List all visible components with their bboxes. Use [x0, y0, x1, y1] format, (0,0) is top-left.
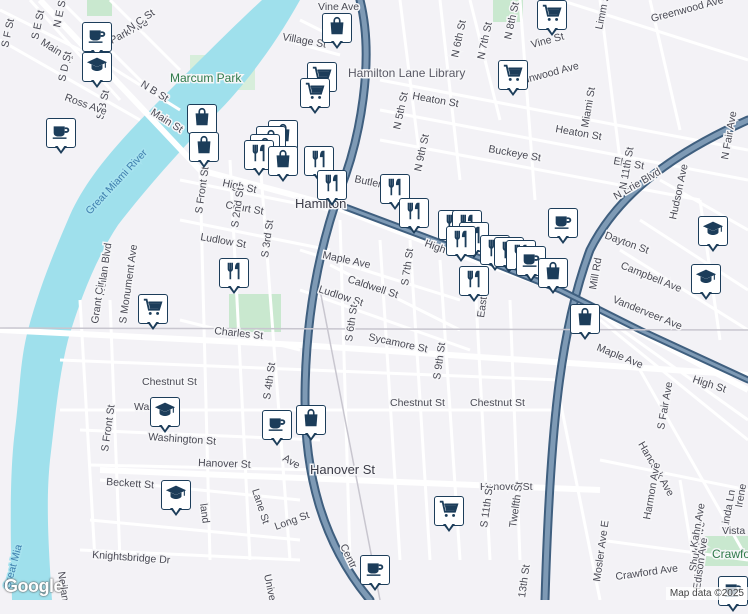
map-pin-shopping-bag[interactable] [538, 258, 568, 296]
coffee-icon [86, 24, 108, 51]
pin-box [360, 555, 390, 585]
map-pin-school[interactable] [691, 264, 721, 302]
shopping-cart-icon [304, 80, 326, 107]
shopping-cart-icon [142, 296, 164, 323]
shopping-bag-icon [300, 407, 322, 434]
map-pin-coffee[interactable] [262, 410, 292, 448]
pin-box [498, 60, 528, 90]
pin-box [446, 226, 476, 256]
map-pin-coffee[interactable] [46, 118, 76, 156]
map-pin-coffee[interactable] [548, 208, 578, 246]
svg-text:Vine Ave: Vine Ave [318, 1, 359, 13]
google-logo[interactable]: Google [4, 576, 63, 597]
map-pin-shopping-cart[interactable] [537, 0, 567, 38]
library-label: Hamilton Lane Library [348, 66, 465, 80]
pin-box [268, 146, 298, 176]
pin-box [691, 264, 721, 294]
map-pin-school[interactable] [150, 397, 180, 435]
shopping-cart-icon [438, 498, 460, 525]
park-label: Marcum Park [170, 71, 242, 85]
pin-box [538, 258, 568, 288]
pin-box [138, 294, 168, 324]
svg-text:Vista: Vista [722, 525, 745, 537]
pin-box [459, 266, 489, 296]
pin-box [189, 132, 219, 162]
map-canvas[interactable]: Hamilton Marcum Park Hamilton Lane Libra… [0, 0, 748, 600]
map-pin-restaurant[interactable] [219, 258, 249, 296]
map-pin-shopping-cart[interactable] [434, 496, 464, 534]
map-pin-restaurant[interactable] [317, 170, 347, 208]
shopping-bag-icon [272, 148, 294, 175]
school-icon [154, 399, 176, 426]
pin-box [219, 258, 249, 288]
svg-text:Crawfo: Crawfo [712, 547, 748, 561]
map-pin-restaurant[interactable] [446, 226, 476, 264]
map-pin-shopping-cart[interactable] [138, 294, 168, 332]
shopping-cart-icon [502, 62, 524, 89]
pin-box [262, 410, 292, 440]
restaurant-icon [403, 200, 425, 227]
svg-text:Chestnut St: Chestnut St [142, 376, 197, 388]
school-icon [165, 482, 187, 509]
coffee-icon [552, 210, 574, 237]
pin-box [150, 397, 180, 427]
coffee-icon [266, 412, 288, 439]
pin-box [296, 405, 326, 435]
map-pin-shopping-bag[interactable] [322, 13, 352, 51]
pin-box [570, 304, 600, 334]
school-icon [86, 54, 108, 81]
map-pin-shopping-cart[interactable] [300, 78, 330, 116]
shopping-bag-icon [574, 306, 596, 333]
restaurant-icon [321, 172, 343, 199]
pin-box [399, 198, 429, 228]
svg-text:Hanover St: Hanover St [310, 462, 375, 477]
shopping-bag-icon [542, 260, 564, 287]
map-pin-shopping-cart[interactable] [498, 60, 528, 98]
pin-box [698, 216, 728, 246]
restaurant-icon [463, 268, 485, 295]
svg-text:Chestnut St: Chestnut St [390, 397, 445, 409]
map-pin-shopping-bag[interactable] [268, 146, 298, 184]
map-pin-shopping-bag[interactable] [296, 405, 326, 443]
map-pin-restaurant[interactable] [399, 198, 429, 236]
pin-box [187, 104, 217, 134]
shopping-bag-icon [326, 15, 348, 42]
park-area-north [87, 0, 112, 16]
pin-box [161, 480, 191, 510]
shopping-bag-icon [193, 134, 215, 161]
pin-box [46, 118, 76, 148]
coffee-icon [364, 557, 386, 584]
school-icon [695, 266, 717, 293]
restaurant-icon [450, 228, 472, 255]
svg-text:Chestnut St: Chestnut St [470, 397, 525, 409]
coffee-icon [50, 120, 72, 147]
pin-box [82, 52, 112, 82]
map-pin-coffee[interactable] [360, 555, 390, 593]
pin-box [548, 208, 578, 238]
map-pin-school[interactable] [82, 52, 112, 90]
map-pin-restaurant[interactable] [459, 266, 489, 304]
pin-box [300, 78, 330, 108]
map-pin-school[interactable] [698, 216, 728, 254]
pin-box [82, 22, 112, 52]
pin-box [317, 170, 347, 200]
svg-text:Hanover St: Hanover St [198, 457, 251, 471]
map-pin-shopping-bag[interactable] [189, 132, 219, 170]
pin-box [537, 0, 567, 30]
map-pin-shopping-bag[interactable] [570, 304, 600, 342]
school-icon [702, 218, 724, 245]
pin-box [322, 13, 352, 43]
map-pin-school[interactable] [161, 480, 191, 518]
restaurant-icon [223, 260, 245, 287]
pin-box [434, 496, 464, 526]
restaurant-icon [248, 142, 270, 169]
shopping-cart-icon [541, 2, 563, 29]
shopping-bag-icon [191, 106, 213, 133]
map-attribution[interactable]: Map data ©2025 [666, 587, 748, 600]
